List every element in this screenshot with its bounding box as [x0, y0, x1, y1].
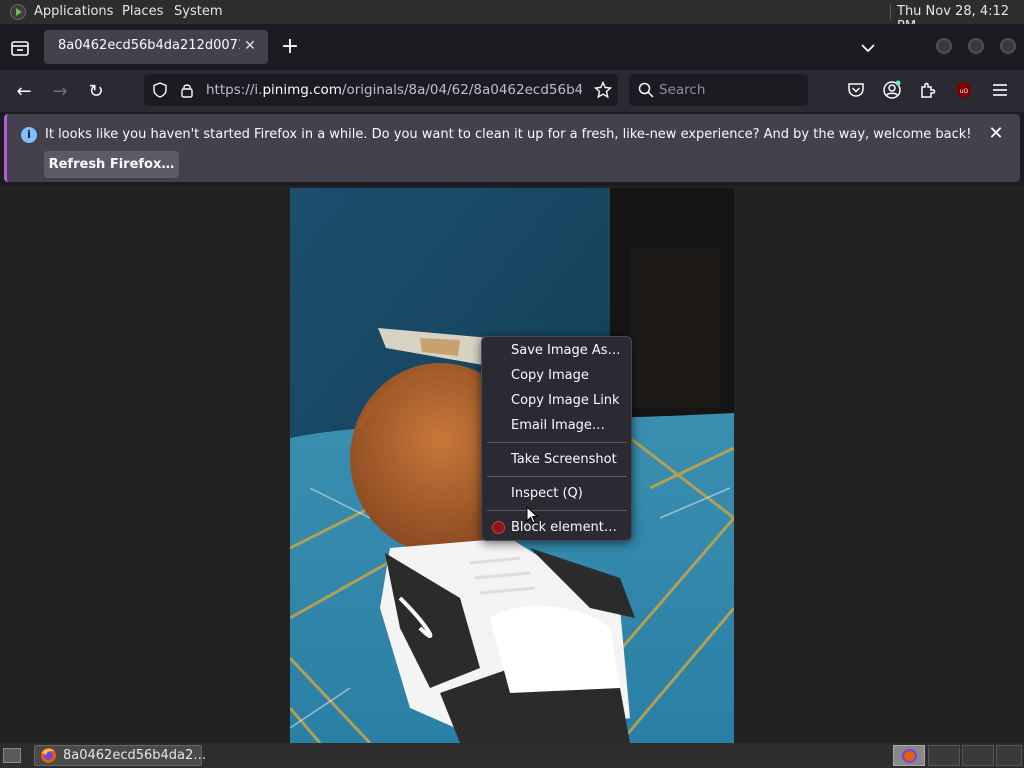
hamburger-menu-icon[interactable] [990, 80, 1010, 100]
close-notification-icon[interactable]: ✕ [986, 124, 1006, 144]
show-desktop-icon[interactable] [3, 748, 21, 763]
close-window-icon[interactable] [1000, 38, 1016, 54]
workspace-2[interactable] [928, 745, 960, 766]
menu-item-email-image[interactable]: Email Image… [482, 414, 631, 438]
url-bar[interactable]: https://i.pinimg.com/originals/8a/04/62/… [144, 74, 618, 106]
panel-separator [890, 4, 891, 20]
ublock-origin-icon [492, 521, 505, 534]
workspace-3[interactable] [962, 745, 994, 766]
menu-separator [487, 442, 627, 443]
top-panel: Applications Places System Thu Nov 28, 4… [0, 0, 1024, 34]
workspace-4[interactable] [996, 745, 1022, 766]
image-context-menu: Save Image As… Copy Image Copy Image Lin… [481, 336, 632, 541]
tab-active[interactable]: 8a0462ecd56b4da212d0071891 ✕ [44, 30, 268, 64]
url-path: /originals/8a/04/62/8a0462ecd56b4da212d0… [341, 82, 582, 98]
refresh-firefox-notification: i It looks like you haven't started Fire… [4, 114, 1020, 182]
taskbar-window-firefox[interactable]: 8a0462ecd56b4da2… [34, 745, 206, 766]
search-bar[interactable] [629, 74, 808, 106]
workspace-1[interactable] [893, 745, 925, 766]
account-icon[interactable] [882, 80, 902, 100]
menu-separator [487, 476, 627, 477]
system-menu[interactable]: System [174, 4, 222, 19]
menu-item-copy-image-link[interactable]: Copy Image Link [482, 389, 631, 413]
info-icon: i [21, 127, 37, 143]
bookmark-star-icon[interactable] [593, 80, 613, 99]
ublock-origin-icon[interactable]: uO [954, 80, 974, 100]
url-domain: pinimg.com [262, 82, 342, 98]
firefox-view-icon[interactable] [8, 36, 32, 60]
url-text[interactable]: https://i.pinimg.com/originals/8a/04/62/… [206, 82, 582, 98]
bottom-taskbar: 8a0462ecd56b4da2… [0, 743, 1024, 768]
menu-item-inspect[interactable]: Inspect (Q) [482, 482, 631, 506]
menu-item-save-image-as[interactable]: Save Image As… [482, 339, 631, 363]
tracking-protection-shield-icon[interactable] [152, 82, 168, 98]
notification-message: It looks like you haven't started Firefo… [45, 127, 972, 142]
tab-close-icon[interactable]: ✕ [242, 38, 258, 54]
navigation-toolbar: ← → ↻ https://i.pinimg.com/originals/8a/… [0, 70, 1024, 112]
firefox-logo-icon [902, 749, 917, 763]
tab-title: 8a0462ecd56b4da212d0071891 [58, 38, 240, 53]
taskbar-window-label: 8a0462ecd56b4da2… [63, 748, 207, 763]
search-input[interactable] [659, 81, 799, 99]
menu-item-block-element[interactable]: Block element… [482, 516, 631, 540]
url-prefix: https://i. [206, 82, 263, 98]
extensions-puzzle-icon[interactable] [918, 80, 938, 100]
search-icon [638, 82, 654, 98]
firefox-logo-icon [40, 747, 57, 764]
svg-text:uO: uO [960, 88, 969, 95]
maximize-window-icon[interactable] [968, 38, 984, 54]
pocket-icon[interactable] [846, 80, 866, 100]
applications-menu[interactable]: Applications [34, 4, 113, 19]
minimize-window-icon[interactable] [936, 38, 952, 54]
applications-logo-icon[interactable] [10, 4, 26, 20]
lock-icon[interactable] [180, 82, 194, 98]
refresh-firefox-button[interactable]: Refresh Firefox… [44, 151, 179, 178]
back-arrow-icon[interactable]: ← [10, 78, 38, 106]
menu-separator [487, 510, 627, 511]
mouse-cursor-icon [526, 505, 539, 524]
chevron-down-icon[interactable] [858, 38, 878, 58]
places-menu[interactable]: Places [122, 4, 163, 19]
tab-strip: 8a0462ecd56b4da212d0071891 ✕ + [0, 24, 1024, 70]
reload-icon[interactable]: ↻ [82, 78, 110, 106]
new-tab-icon[interactable]: + [278, 36, 302, 60]
menu-item-copy-image[interactable]: Copy Image [482, 364, 631, 388]
menu-item-take-screenshot[interactable]: Take Screenshot [482, 448, 631, 472]
forward-arrow-icon[interactable]: → [46, 78, 74, 106]
